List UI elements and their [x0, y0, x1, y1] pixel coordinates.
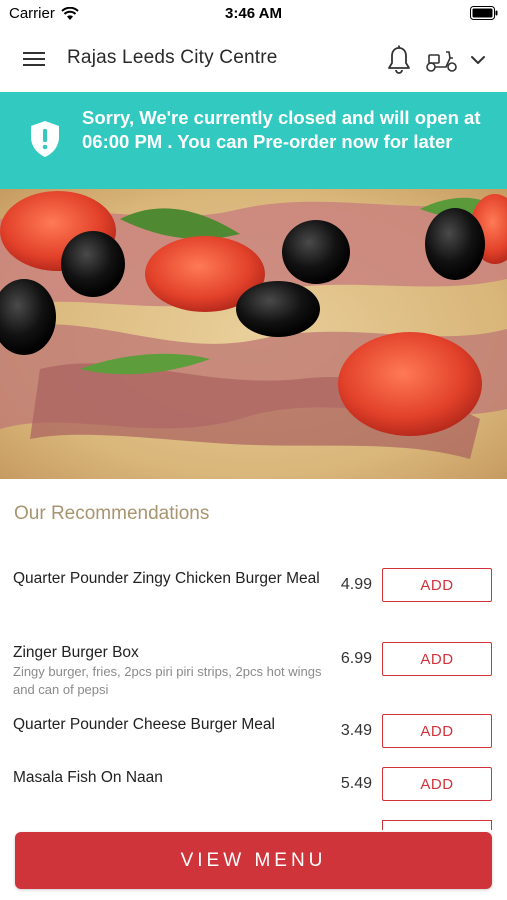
item-name: Zinger Burger Box [13, 644, 139, 661]
item-price: 6.99 [340, 650, 372, 667]
battery-icon [470, 6, 498, 20]
hamburger-menu-icon[interactable] [18, 46, 50, 74]
add-button[interactable]: ADD [382, 714, 492, 748]
shield-alert-icon [31, 121, 59, 157]
bell-icon[interactable] [384, 44, 414, 76]
clock: 3:46 AM [225, 5, 282, 22]
store-title: Rajas Leeds City Centre [67, 47, 278, 68]
item-name: Quarter Pounder Zingy Chicken Burger Mea… [13, 570, 320, 587]
item-name: Masala Fish On Naan [13, 769, 163, 786]
recommendations-title: Our Recommendations [14, 503, 210, 524]
item-name: Quarter Pounder Cheese Burger Meal [13, 716, 275, 733]
pizza-hero-image [0, 189, 507, 479]
add-button[interactable]: ADD [382, 642, 492, 676]
add-button[interactable]: ADD [382, 568, 492, 602]
next-add-button-edge [382, 820, 492, 830]
item-price: 3.49 [340, 722, 372, 739]
delivery-scooter-icon[interactable] [424, 46, 460, 74]
status-bar: Carrier 3:46 AM [0, 0, 507, 28]
chevron-down-icon[interactable] [466, 48, 490, 72]
closed-message: Sorry, We're currently closed and will o… [82, 107, 481, 152]
item-description: Zingy burger, fries, 2pcs piri piri stri… [13, 664, 322, 697]
closed-notice-banner: Sorry, We're currently closed and will o… [0, 92, 507, 189]
view-menu-button[interactable]: VIEW MENU [15, 832, 492, 889]
add-button[interactable]: ADD [382, 767, 492, 801]
app-header: Rajas Leeds City Centre [0, 28, 507, 92]
item-price: 4.99 [340, 576, 372, 593]
item-price: 5.49 [340, 775, 372, 792]
